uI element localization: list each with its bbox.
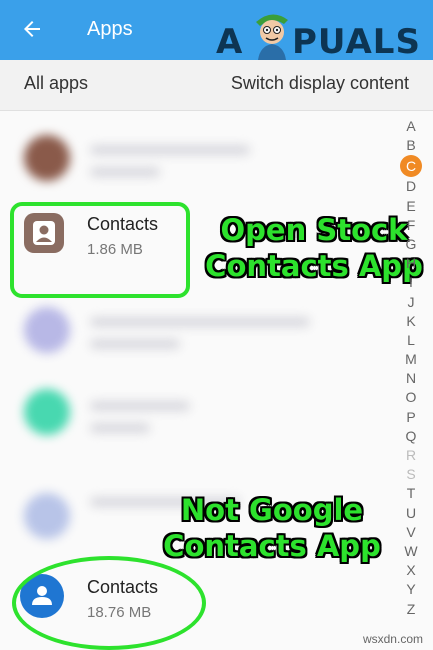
logo-wordmark: PUALS: [292, 22, 421, 62]
blurred-text: [90, 423, 150, 433]
google-contacts-icon: [20, 574, 64, 618]
back-arrow-icon[interactable]: [20, 17, 44, 41]
blurred-text: [90, 401, 190, 411]
blurred-app-icon: [24, 389, 70, 435]
alphabet-index-letter-k[interactable]: K: [401, 312, 421, 331]
alphabet-index-letter-p[interactable]: P: [401, 408, 421, 427]
alphabet-index-letter-h[interactable]: H: [401, 254, 421, 273]
app-name: Contacts: [87, 214, 159, 234]
page-title: Apps: [87, 18, 133, 40]
switch-display-content-button[interactable]: Switch display content: [231, 73, 409, 94]
alphabet-index-letter-v[interactable]: V: [401, 523, 421, 542]
stock-contacts-icon: [24, 213, 64, 253]
alphabet-index-letter-u[interactable]: U: [401, 504, 421, 523]
app-size: 1.86 MB: [87, 241, 143, 258]
blurred-text: [90, 145, 250, 155]
alphabet-index-letter-e[interactable]: E: [401, 197, 421, 216]
alphabet-index-letter-g[interactable]: G: [401, 235, 421, 254]
blurred-text: [90, 317, 310, 327]
blurred-text: [90, 339, 180, 349]
blurred-app-row[interactable]: [20, 295, 380, 365]
alphabet-index-letter-o[interactable]: O: [401, 388, 421, 407]
all-apps-label: All apps: [24, 73, 89, 93]
app-bar: Apps A PUALS: [0, 0, 433, 62]
alphabet-index-letter-w[interactable]: W: [401, 542, 421, 561]
annotation-line: Contacts App: [205, 249, 423, 283]
alphabet-index-letter-d[interactable]: D: [401, 177, 421, 196]
alphabet-index-letter-i[interactable]: I: [401, 273, 421, 292]
blurred-app-row[interactable]: [20, 377, 380, 447]
alphabet-index[interactable]: ABCDEFGHIJKLMNOPQRSTUVWXYZ: [400, 117, 422, 619]
blurred-app-icon: [24, 135, 70, 181]
person-icon: [32, 586, 52, 605]
annotation-not-google: Not Google Contacts App: [150, 492, 394, 564]
watermark: wsxdn.com: [362, 632, 423, 646]
annotation-line: Open Stock: [220, 213, 408, 247]
blurred-text: [90, 167, 160, 177]
alphabet-index-letter-l[interactable]: L: [401, 331, 421, 350]
annotation-line: Contacts App: [163, 529, 381, 563]
blurred-app-icon: [24, 493, 70, 539]
app-list: Contacts 1.86 MB Contacts 18.76 MB: [0, 111, 400, 650]
app-size: 18.76 MB: [87, 604, 152, 621]
alphabet-index-letter-j[interactable]: J: [401, 293, 421, 312]
alphabet-index-letter-f[interactable]: F: [401, 216, 421, 235]
app-name: Contacts: [87, 577, 159, 597]
toolbar: All apps Switch display content: [0, 60, 433, 111]
alphabet-index-letter-z[interactable]: Z: [401, 600, 421, 619]
mascot-icon: [256, 14, 288, 60]
alphabet-index-letter-s[interactable]: S: [401, 465, 421, 484]
alphabet-index-letter-r[interactable]: R: [401, 446, 421, 465]
blurred-app-row[interactable]: [20, 123, 380, 193]
alphabet-index-letter-m[interactable]: M: [401, 350, 421, 369]
alphabet-index-letter-x[interactable]: X: [401, 561, 421, 580]
logo-letter: A: [216, 22, 244, 62]
alphabet-index-letter-a[interactable]: A: [401, 117, 421, 136]
blurred-app-icon: [24, 307, 70, 353]
alphabet-index-letter-c[interactable]: C: [400, 155, 422, 178]
app-row-google-contacts[interactable]: Contacts 18.76 MB: [20, 566, 380, 636]
alphabet-index-letter-y[interactable]: Y: [401, 580, 421, 599]
contact-card-icon: [33, 221, 55, 245]
annotation-open-stock: Open Stock Contacts App: [198, 212, 430, 284]
annotation-line: Not Google: [180, 493, 364, 527]
alphabet-index-letter-q[interactable]: Q: [401, 427, 421, 446]
alphabet-index-letter-b[interactable]: B: [401, 136, 421, 155]
appuals-logo: A PUALS: [216, 14, 430, 62]
alphabet-index-letter-n[interactable]: N: [401, 369, 421, 388]
alphabet-index-letter-t[interactable]: T: [401, 484, 421, 503]
